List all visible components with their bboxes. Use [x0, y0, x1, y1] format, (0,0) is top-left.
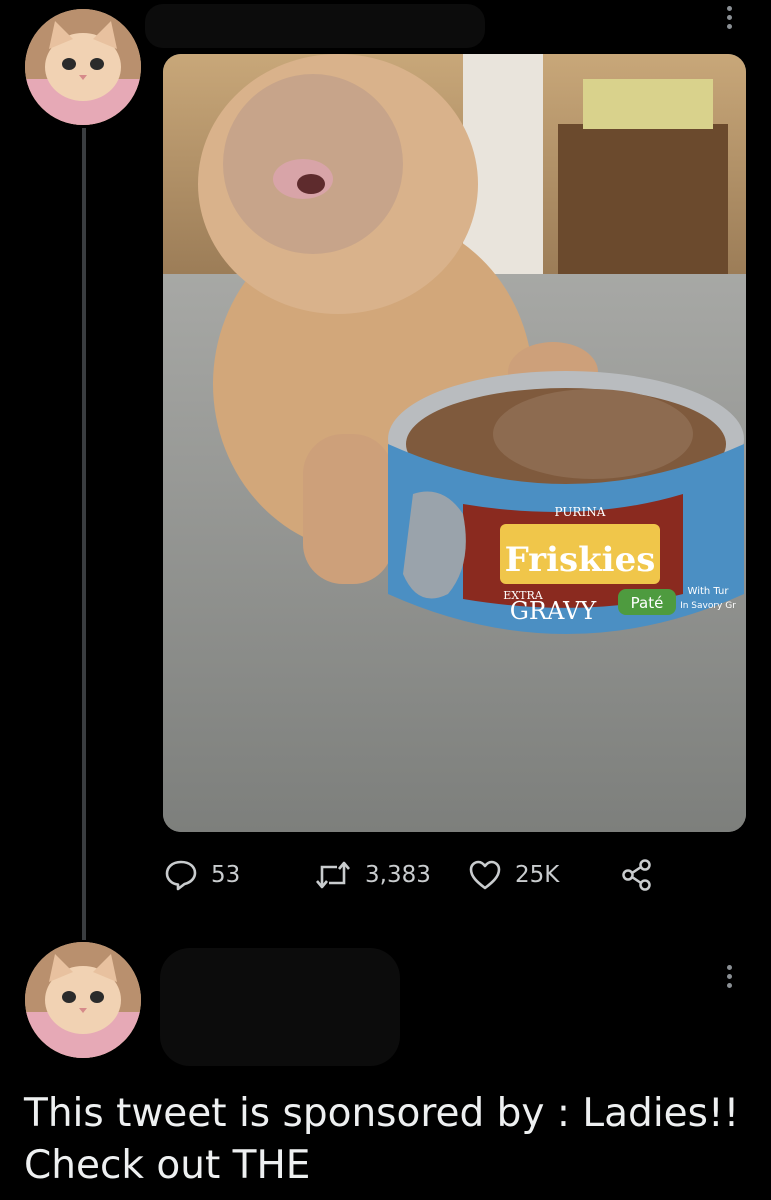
tweet-media-image[interactable]: PURINA Friskies EXTRA GRAVY Paté With Tu… [163, 54, 746, 832]
tweet-action-bar: 53 3,383 25K [163, 852, 683, 898]
can-label-gravy: GRAVY [510, 597, 598, 625]
share-button[interactable] [619, 852, 655, 898]
retweet-icon [316, 861, 350, 889]
can-brand: Friskies [505, 540, 656, 580]
can-label-side2: In Savory Gr [680, 601, 736, 611]
reply-bubble-icon [165, 860, 197, 891]
reply-count: 53 [211, 862, 241, 888]
reply-text: This tweet is sponsored by : Ladies!! Ch… [24, 1091, 740, 1188]
like-count: 25K [515, 862, 560, 888]
can-label-top: PURINA [555, 505, 606, 519]
heart-icon [469, 860, 501, 890]
cat-avatar-icon [25, 942, 141, 1058]
reply-author-avatar[interactable] [25, 942, 141, 1058]
redacted-author-name [145, 4, 485, 48]
share-icon [622, 859, 651, 891]
reply-button[interactable]: 53 [163, 852, 240, 898]
retweet-button[interactable]: 3,383 [313, 852, 431, 898]
redacted-reply-author [160, 948, 400, 1066]
kitten-photo: PURINA Friskies EXTRA GRAVY Paté With Tu… [163, 54, 746, 832]
tweet-author-avatar[interactable] [25, 9, 141, 125]
tweet: PURINA Friskies EXTRA GRAVY Paté With Tu… [0, 0, 771, 940]
can-label-pate: Paté [631, 594, 664, 612]
cat-avatar-icon [25, 9, 141, 125]
retweet-count: 3,383 [365, 862, 431, 888]
more-dots-icon[interactable] [719, 965, 739, 988]
can-label-side: With Tur [688, 586, 730, 597]
like-button[interactable]: 25K [467, 852, 559, 898]
more-dots-icon[interactable] [719, 6, 739, 29]
thread-line [82, 128, 86, 940]
